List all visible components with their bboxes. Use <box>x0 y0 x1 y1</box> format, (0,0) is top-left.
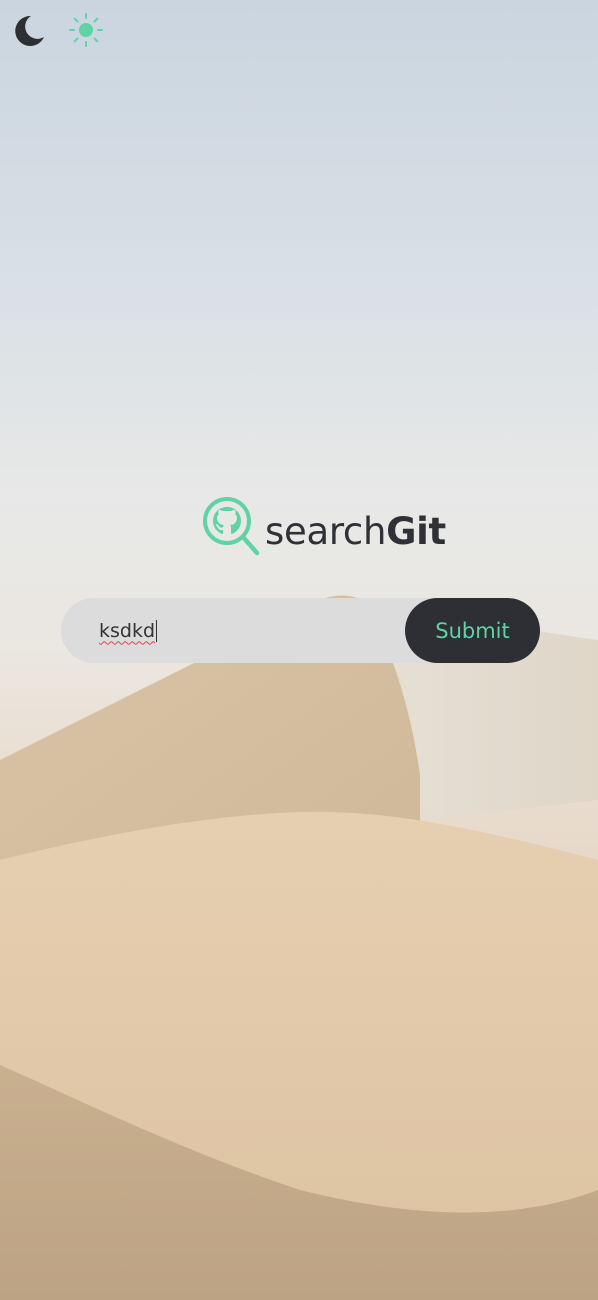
search-input-value: ksdkd <box>99 619 156 642</box>
app-page: searchGit ksdkd Submit <box>0 0 598 1300</box>
theme-toggle <box>10 12 104 48</box>
sun-icon <box>69 13 103 47</box>
search-form: ksdkd Submit <box>61 598 540 663</box>
logo-wordmark: searchGit <box>265 513 446 550</box>
dark-mode-button[interactable] <box>10 12 46 48</box>
light-mode-button[interactable] <box>68 12 104 48</box>
username-search-input[interactable]: ksdkd <box>99 598 389 663</box>
moon-icon <box>15 15 45 46</box>
text-caret <box>156 619 158 642</box>
search-github-icon <box>203 497 260 556</box>
logo-text-git: Git <box>386 509 446 553</box>
logo-text-search: search <box>265 509 387 553</box>
submit-button[interactable]: Submit <box>405 598 540 663</box>
app-logo: searchGit <box>202 496 446 556</box>
